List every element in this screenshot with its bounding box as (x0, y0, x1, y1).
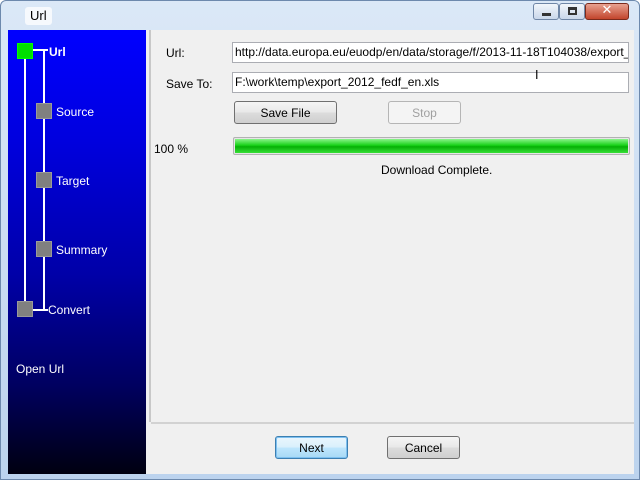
step-label-url: Url (49, 45, 66, 59)
next-button[interactable]: Next (275, 436, 348, 459)
progress-fill (235, 139, 628, 153)
app-window: Url ✕ Url Source Target Summary Convert (0, 0, 640, 480)
step-label-convert: Convert (48, 303, 91, 317)
step-marker-target (36, 172, 52, 188)
step-marker-convert (17, 301, 33, 317)
download-status-text: Download Complete. (381, 163, 493, 177)
progress-percent-text: 100 % (154, 142, 189, 156)
step-marker-summary (36, 241, 52, 257)
maximize-icon (568, 7, 577, 15)
close-icon: ✕ (601, 3, 613, 18)
maximize-button[interactable] (559, 3, 585, 20)
wizard-client-area: Url Source Target Summary Convert Open U… (8, 30, 634, 474)
step-marker-url (17, 43, 33, 59)
save-to-value: F:\work\temp\export_2012_fedf_en.xls (235, 75, 440, 89)
title-bar[interactable]: Url ✕ (1, 1, 639, 29)
step-tree-line (24, 49, 26, 309)
window-title: Url (25, 7, 52, 25)
url-step-panel: Url: http://data.europa.eu/euodp/en/data… (149, 30, 634, 422)
wizard-steps-sidebar: Url Source Target Summary Convert Open U… (8, 30, 146, 474)
text-cursor-icon: I (535, 68, 539, 82)
minimize-button[interactable] (533, 3, 559, 20)
wizard-button-bar: Next Cancel (151, 422, 634, 474)
download-progress-bar (233, 137, 630, 155)
sidebar-footer-text: Open Url (16, 362, 65, 376)
url-label: Url: (166, 46, 185, 60)
save-to-input[interactable]: F:\work\temp\export_2012_fedf_en.xls (232, 72, 629, 93)
stop-button[interactable]: Stop (388, 101, 461, 124)
cancel-button[interactable]: Cancel (387, 436, 460, 459)
step-label-summary: Summary (56, 243, 108, 257)
step-marker-source (36, 103, 52, 119)
step-label-source: Source (56, 105, 95, 119)
save-file-button[interactable]: Save File (234, 101, 337, 124)
close-button[interactable]: ✕ (585, 3, 629, 20)
minimize-icon (542, 13, 551, 16)
step-label-target: Target (56, 174, 90, 188)
url-input[interactable]: http://data.europa.eu/euodp/en/data/stor… (232, 42, 629, 63)
save-to-label: Save To: (166, 77, 213, 91)
